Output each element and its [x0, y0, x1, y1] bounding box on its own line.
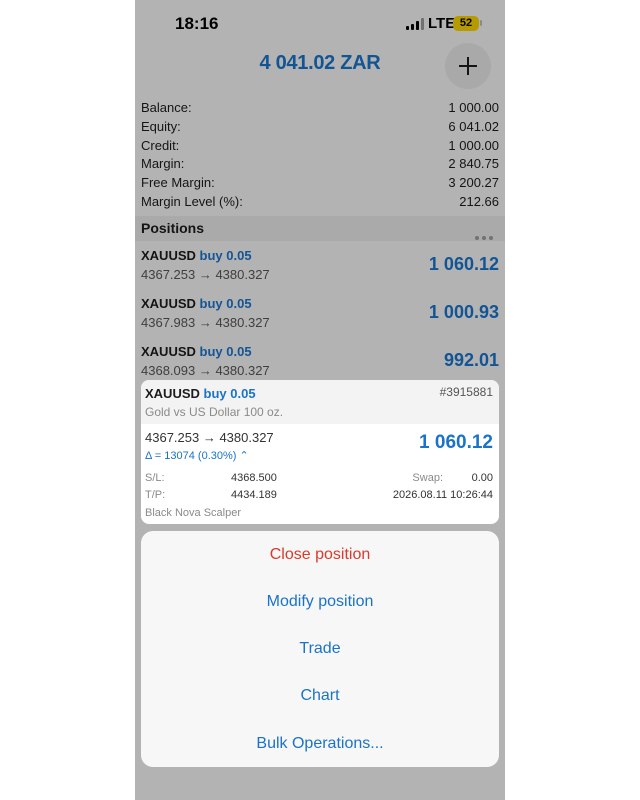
detail-side: buy 0.05 [203, 386, 256, 401]
action-sheet: Close position Modify position Trade Cha… [141, 531, 499, 767]
bulk-operations-button[interactable]: Bulk Operations... [141, 720, 499, 767]
swap-label: Swap: [412, 472, 443, 484]
detail-profit: 1 060.12 [419, 432, 493, 453]
tp-label: T/P: [145, 489, 166, 501]
chart-button[interactable]: Chart [141, 672, 499, 719]
close-position-button[interactable]: Close position [141, 531, 499, 578]
detail-ticket: #3915881 [439, 385, 493, 399]
open-time: 2026.08.11 10:26:44 [392, 489, 493, 501]
trade-button[interactable]: Trade [141, 625, 499, 672]
detail-symbol-line: XAUUSD buy 0.05 [145, 386, 256, 401]
detail-symbol: XAUUSD [145, 386, 200, 401]
position-comment: Black Nova Scalper [145, 507, 241, 519]
phone-screen: 18:16 LTE 52 4 041.02 ZAR Balance: 1 000… [135, 0, 505, 800]
detail-prices: 4367.253 → 4380.327 [145, 430, 274, 445]
sl-value: 4368.500 [231, 472, 277, 484]
detail-description: Gold vs US Dollar 100 oz. [145, 405, 284, 419]
detail-delta[interactable]: Δ = 13074 (0.30%) ⌃ [145, 449, 249, 462]
modify-position-button[interactable]: Modify position [141, 578, 499, 625]
tp-value: 4434.189 [231, 489, 277, 501]
swap-value: 0.00 [471, 472, 493, 484]
position-detail-card: XAUUSD buy 0.05 #3915881 Gold vs US Doll… [141, 380, 499, 524]
sl-label: S/L: [145, 472, 165, 484]
